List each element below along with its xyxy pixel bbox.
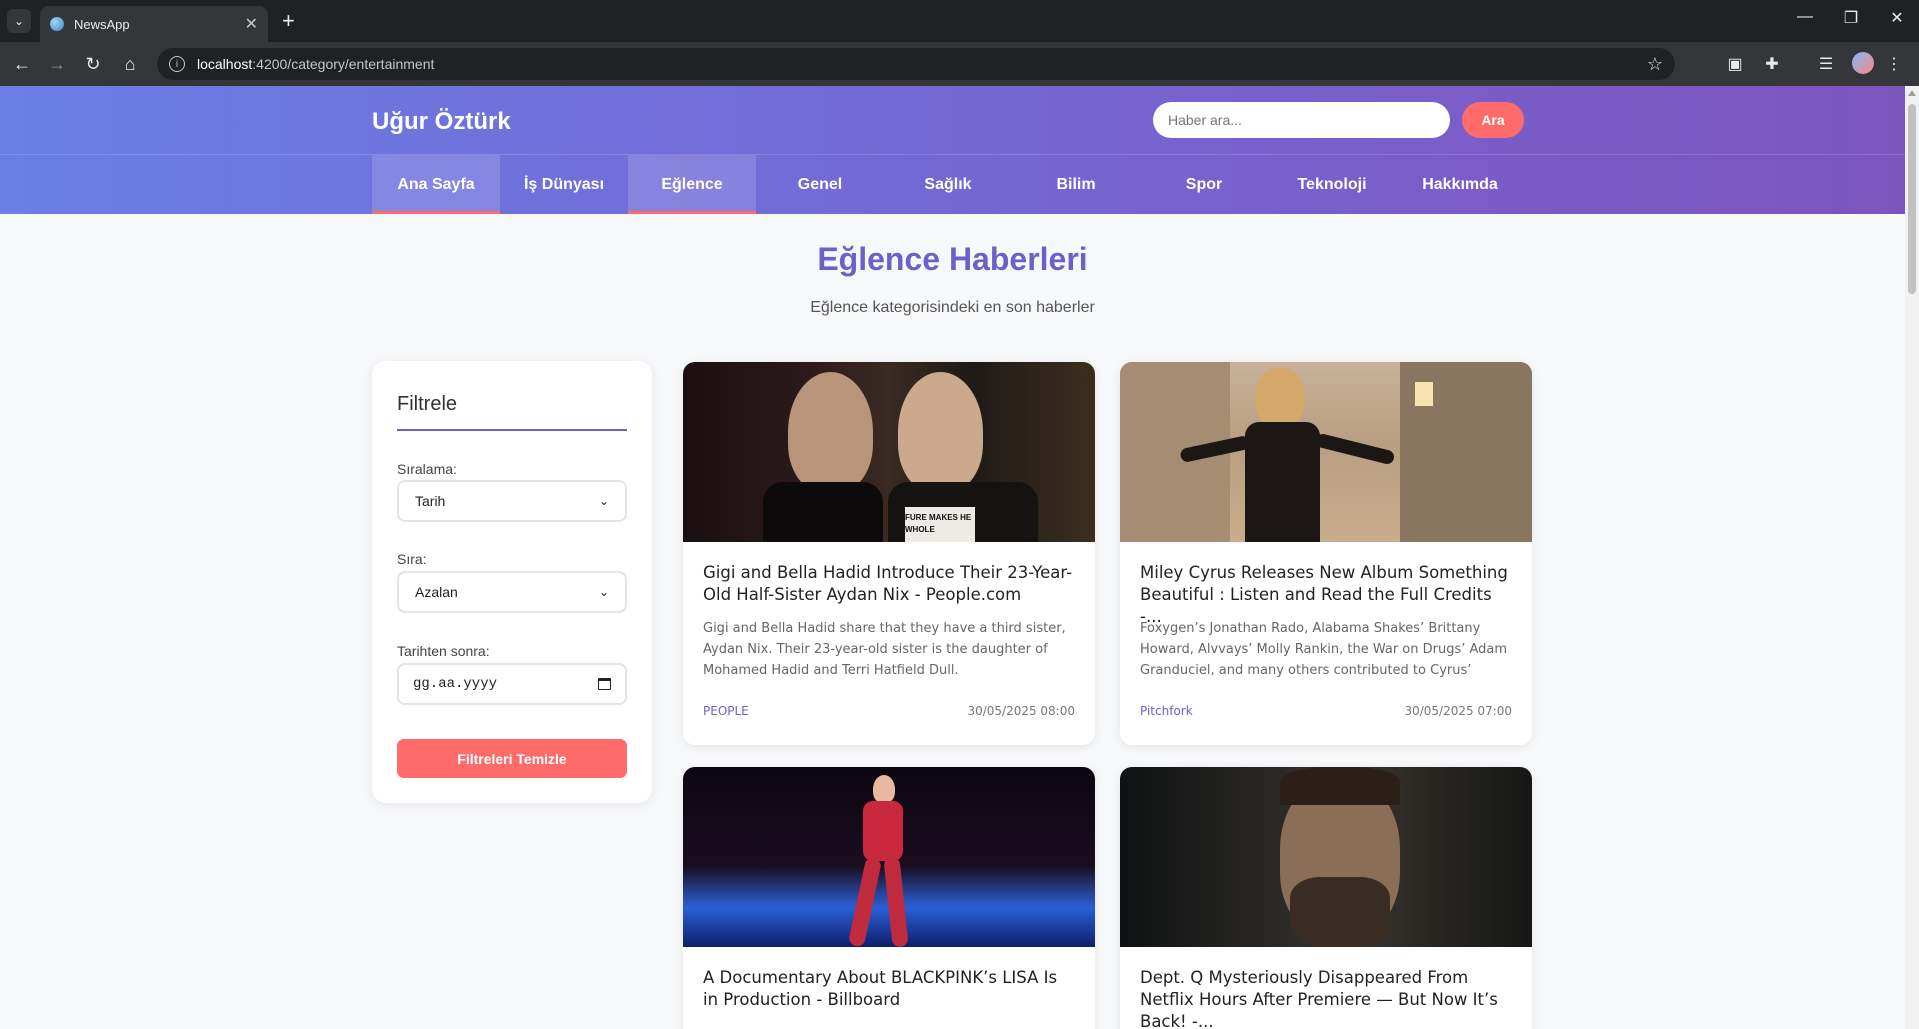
sort-select[interactable]: Tarih ⌄	[397, 480, 627, 522]
news-source: Pitchfork	[1140, 704, 1193, 718]
order-label: Sıra:	[397, 551, 427, 567]
nav-item-entertainment[interactable]: Eğlence	[628, 155, 756, 214]
news-card[interactable]: FURE MAKES HE WHOLE Gigi and Bella Hadid…	[683, 362, 1095, 745]
sort-label: Sıralama:	[397, 461, 457, 477]
news-date: 30/05/2025 07:00	[1404, 704, 1512, 718]
nav-item-business[interactable]: İş Dünyası	[500, 155, 628, 214]
close-window-icon[interactable]: ✕	[1877, 8, 1917, 28]
news-image[interactable]	[683, 767, 1095, 947]
nav-item-technology[interactable]: Teknoloji	[1268, 155, 1396, 214]
reload-icon[interactable]: ↻	[81, 52, 105, 76]
nav-item-general[interactable]: Genel	[756, 155, 884, 214]
chevron-down-icon: ⌄	[598, 494, 609, 508]
news-card[interactable]: Miley Cyrus Releases New Album Something…	[1120, 362, 1532, 745]
browser-tab-bar: ⌄ NewsApp ✕ + — ❐ ✕	[0, 0, 1919, 42]
forward-icon[interactable]: →	[45, 52, 69, 76]
category-nav: Ana Sayfa İş Dünyası Eğlence Genel Sağlı…	[372, 155, 1524, 214]
browser-tab[interactable]: NewsApp ✕	[40, 6, 268, 42]
news-card[interactable]: A Documentary About BLACKPINK’s LISA Is …	[683, 767, 1095, 1029]
scroll-up-icon[interactable]	[1908, 90, 1916, 96]
minimize-icon[interactable]: —	[1785, 8, 1825, 26]
filter-divider	[397, 429, 627, 431]
news-date: 30/05/2025 08:00	[967, 704, 1075, 718]
tab-close-icon[interactable]: ✕	[245, 14, 258, 34]
site-header: Uğur Öztürk Ara Ana Sayfa İş Dünyası Eğl…	[0, 86, 1905, 214]
nav-item-about[interactable]: Hakkımda	[1396, 155, 1524, 214]
date-input[interactable]: gg.aa.yyyy	[397, 663, 627, 705]
news-source: PEOPLE	[703, 704, 749, 718]
news-title[interactable]: Gigi and Bella Hadid Introduce Their 23-…	[703, 562, 1075, 606]
news-description: Foxygen’s Jonathan Rado, Alabama Shakes’…	[1140, 621, 1508, 678]
tab-title: NewsApp	[74, 16, 130, 32]
bookmark-star-icon[interactable]: ☆	[1647, 54, 1663, 75]
url-path: :4200/category/entertainment	[252, 56, 435, 72]
order-select[interactable]: Azalan ⌄	[397, 571, 627, 613]
clear-filters-button[interactable]: Filtreleri Temizle	[397, 739, 627, 778]
cast-icon[interactable]: ▣	[1724, 54, 1746, 74]
news-image[interactable]	[1120, 767, 1532, 947]
shirt-print-text: FURE MAKES HE WHOLE	[905, 513, 972, 534]
address-bar[interactable]: i localhost:4200/category/entertainment …	[157, 48, 1675, 80]
page-viewport: Uğur Öztürk Ara Ana Sayfa İş Dünyası Eğl…	[0, 86, 1905, 1029]
restore-icon[interactable]: ❐	[1831, 8, 1871, 28]
page-scrollbar[interactable]	[1905, 86, 1919, 1029]
filter-title: Filtrele	[397, 393, 458, 415]
new-tab-icon[interactable]: +	[282, 8, 295, 34]
menu-kebab-icon[interactable]: ⋮	[1883, 54, 1905, 74]
nav-item-home[interactable]: Ana Sayfa	[372, 155, 500, 214]
url-host: localhost	[197, 56, 253, 72]
date-placeholder: gg.aa.yyyy	[413, 676, 498, 692]
news-title[interactable]: A Documentary About BLACKPINK’s LISA Is …	[703, 967, 1075, 1011]
back-icon[interactable]: ←	[10, 52, 34, 76]
news-image[interactable]: FURE MAKES HE WHOLE	[683, 362, 1095, 542]
news-image[interactable]	[1120, 362, 1532, 542]
nav-item-health[interactable]: Sağlık	[884, 155, 1012, 214]
profile-avatar[interactable]	[1852, 52, 1874, 74]
nav-item-science[interactable]: Bilim	[1012, 155, 1140, 214]
filter-panel: Filtrele Sıralama: Tarih ⌄ Sıra: Azalan …	[372, 361, 652, 803]
site-brand[interactable]: Uğur Öztürk	[372, 108, 511, 136]
tab-search-icon[interactable]: ⌄	[7, 9, 31, 33]
order-select-value: Azalan	[415, 584, 458, 600]
date-label: Tarihten sonra:	[397, 643, 490, 659]
news-card[interactable]: Dept. Q Mysteriously Disappeared From Ne…	[1120, 767, 1532, 1029]
nav-item-sports[interactable]: Spor	[1140, 155, 1268, 214]
scrollbar-thumb[interactable]	[1908, 104, 1916, 294]
search-button[interactable]: Ara	[1462, 102, 1524, 138]
sort-select-value: Tarih	[415, 493, 446, 509]
favicon-icon	[50, 17, 64, 31]
news-description: Gigi and Bella Hadid share that they hav…	[703, 621, 1066, 678]
browser-toolbar: ← → ↻ ⌂ i localhost:4200/category/entert…	[0, 42, 1919, 86]
calendar-icon[interactable]	[598, 678, 611, 690]
news-title[interactable]: Dept. Q Mysteriously Disappeared From Ne…	[1140, 967, 1512, 1029]
search-input[interactable]	[1153, 102, 1450, 138]
home-icon[interactable]: ⌂	[118, 52, 142, 76]
site-info-icon[interactable]: i	[169, 56, 185, 72]
page-title: Eğlence Haberleri	[817, 241, 1088, 277]
page-subtitle: Eğlence kategorisindeki en son haberler	[810, 299, 1095, 316]
chevron-down-icon: ⌄	[598, 585, 609, 599]
extensions-icon[interactable]: ✚	[1761, 54, 1783, 74]
reading-list-icon[interactable]: ☰	[1815, 54, 1837, 74]
